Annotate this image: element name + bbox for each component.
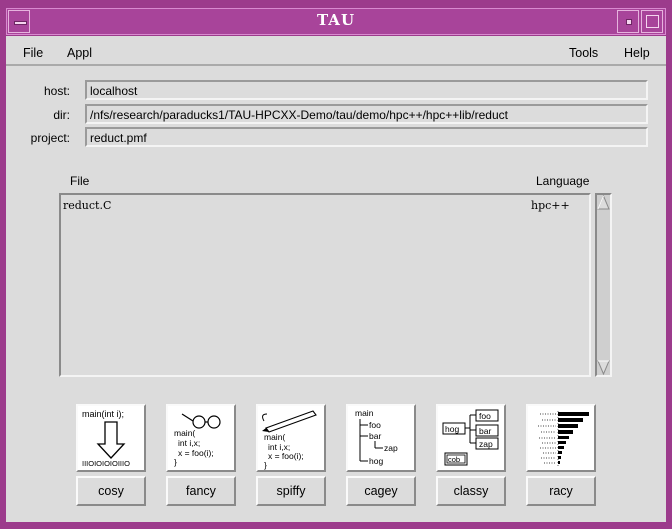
file-list[interactable]: reduct.C hpc++ — [59, 193, 591, 377]
svg-text:bar: bar — [369, 431, 381, 441]
cosy-button[interactable]: cosy — [76, 476, 146, 506]
file-column-header: File — [70, 174, 90, 188]
title-bar[interactable]: TAU — [6, 8, 666, 35]
fancy-button[interactable]: fancy — [166, 476, 236, 506]
menu-appl[interactable]: Appl — [67, 46, 92, 60]
menu-tools[interactable]: Tools — [569, 46, 598, 60]
minimize-button[interactable] — [617, 10, 639, 33]
tool-spiffy: main( int i,x; x = foo(i); } spiffy — [256, 404, 326, 506]
project-label: project: — [30, 131, 70, 145]
svg-text:main(int i);: main(int i); — [82, 409, 124, 419]
file-list-row[interactable]: reduct.C hpc++ — [63, 199, 587, 213]
minimize-icon — [626, 19, 632, 25]
maximize-icon — [646, 15, 659, 28]
tool-racy: racy — [526, 404, 596, 506]
svg-text:cob: cob — [448, 455, 460, 464]
host-field[interactable]: localhost — [85, 80, 648, 100]
svg-text:x = foo(i);: x = foo(i); — [268, 451, 304, 461]
main-panel: File Appl Tools Help host: localhost dir… — [6, 36, 666, 522]
spiffy-button[interactable]: spiffy — [256, 476, 326, 506]
fancy-icon[interactable]: main( int i,x; x = foo(i); } — [166, 404, 236, 472]
spiffy-icon[interactable]: main( int i,x; x = foo(i); } — [256, 404, 326, 472]
tool-fancy: main( int i,x; x = foo(i); } fancy — [166, 404, 236, 506]
svg-text:hog: hog — [445, 424, 459, 434]
window-title: TAU — [316, 11, 356, 29]
dir-label: dir: — [53, 108, 70, 122]
menu-file[interactable]: File — [23, 46, 43, 60]
host-label: host: — [43, 84, 70, 98]
svg-text:bar: bar — [479, 426, 491, 436]
maximize-button[interactable] — [641, 10, 663, 33]
svg-text:main(: main( — [174, 428, 195, 438]
svg-text:main(: main( — [264, 432, 285, 442]
cagey-icon[interactable]: main foo bar zap hog — [346, 404, 416, 472]
svg-text:foo: foo — [369, 420, 381, 430]
racy-icon[interactable] — [526, 404, 596, 472]
svg-text:hog: hog — [369, 456, 383, 466]
tool-cagey: main foo bar zap hog cagey — [346, 404, 416, 506]
cagey-button[interactable]: cagey — [346, 476, 416, 506]
file-language: hpc++ — [531, 199, 570, 212]
svg-text:IIIOIOIOIOIIIO: IIIOIOIOIOIIIO — [82, 459, 130, 468]
svg-text:main: main — [355, 408, 374, 418]
scroll-down-arrow-icon[interactable] — [597, 360, 610, 375]
classy-button[interactable]: classy — [436, 476, 506, 506]
file-name: reduct.C — [63, 199, 112, 212]
svg-text:foo: foo — [479, 411, 491, 421]
tool-classy: foo hog bar zap cob classy — [436, 404, 506, 506]
tool-cosy: main(int i); IIIOIOIOIOIIIO cosy — [76, 404, 146, 506]
tau-window: TAU File Appl Tools Help host: localhost… — [0, 0, 672, 529]
svg-text:}: } — [264, 460, 267, 470]
file-list-scrollbar[interactable] — [595, 193, 612, 377]
svg-text:zap: zap — [384, 443, 398, 453]
classy-icon[interactable]: foo hog bar zap cob — [436, 404, 506, 472]
scroll-up-arrow-icon[interactable] — [597, 195, 610, 210]
menu-bar: File Appl Tools Help — [6, 36, 666, 66]
dir-field[interactable]: /nfs/research/paraducks1/TAU-HPCXX-Demo/… — [85, 104, 648, 124]
svg-text:}: } — [174, 457, 177, 467]
svg-text:x = foo(i);: x = foo(i); — [178, 448, 214, 458]
menu-help[interactable]: Help — [624, 46, 650, 60]
svg-text:int i,x;: int i,x; — [178, 438, 200, 448]
language-column-header: Language — [536, 174, 590, 188]
svg-text:zap: zap — [479, 439, 493, 449]
project-field[interactable]: reduct.pmf — [85, 127, 648, 147]
racy-button[interactable]: racy — [526, 476, 596, 506]
cosy-icon[interactable]: main(int i); IIIOIOIOIOIIIO — [76, 404, 146, 472]
